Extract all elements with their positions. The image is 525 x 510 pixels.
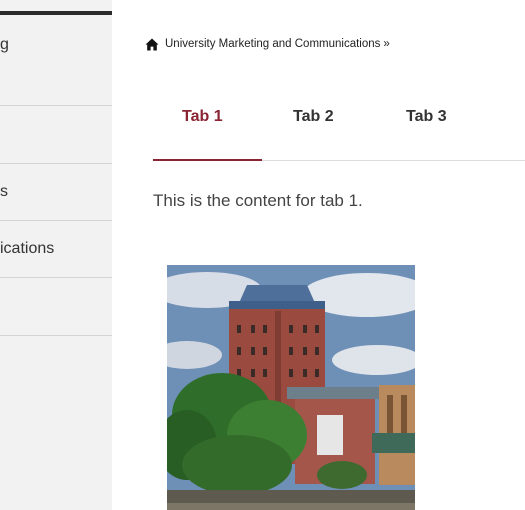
tab-2[interactable]: Tab 2 bbox=[293, 108, 334, 126]
home-icon[interactable] bbox=[145, 38, 159, 51]
active-tab-indicator bbox=[153, 159, 262, 161]
sidebar-divider bbox=[0, 335, 112, 336]
sidebar-item-4[interactable]: ications bbox=[0, 240, 112, 260]
sidebar-item-5[interactable] bbox=[0, 288, 112, 328]
sidebar-nav: g s ications bbox=[0, 0, 112, 510]
sidebar-divider bbox=[0, 163, 112, 164]
breadcrumb-link[interactable]: University Marketing and Communications bbox=[165, 38, 380, 50]
sidebar-top-bar bbox=[0, 11, 112, 15]
building-photo bbox=[167, 265, 415, 510]
sidebar-item-1[interactable]: g bbox=[0, 36, 112, 56]
breadcrumb: University Marketing and Communications … bbox=[145, 36, 390, 52]
sidebar-divider bbox=[0, 277, 112, 278]
tab-content-text: This is the content for tab 1. bbox=[153, 191, 363, 210]
tab-1[interactable]: Tab 1 bbox=[182, 108, 223, 126]
breadcrumb-separator: » bbox=[383, 38, 390, 50]
tab-3[interactable]: Tab 3 bbox=[406, 108, 447, 126]
sidebar-divider bbox=[0, 105, 112, 106]
tab-bar: Tab 1 Tab 2 Tab 3 bbox=[153, 100, 525, 161]
sidebar-item-label: g bbox=[0, 36, 9, 53]
sidebar-divider bbox=[0, 220, 112, 221]
sidebar-item-label: ications bbox=[0, 240, 55, 257]
sidebar-item-3[interactable]: s bbox=[0, 183, 112, 203]
sidebar-item-2[interactable] bbox=[0, 115, 112, 160]
building-photo-image bbox=[167, 265, 415, 510]
sidebar-item-label: s bbox=[0, 183, 8, 200]
